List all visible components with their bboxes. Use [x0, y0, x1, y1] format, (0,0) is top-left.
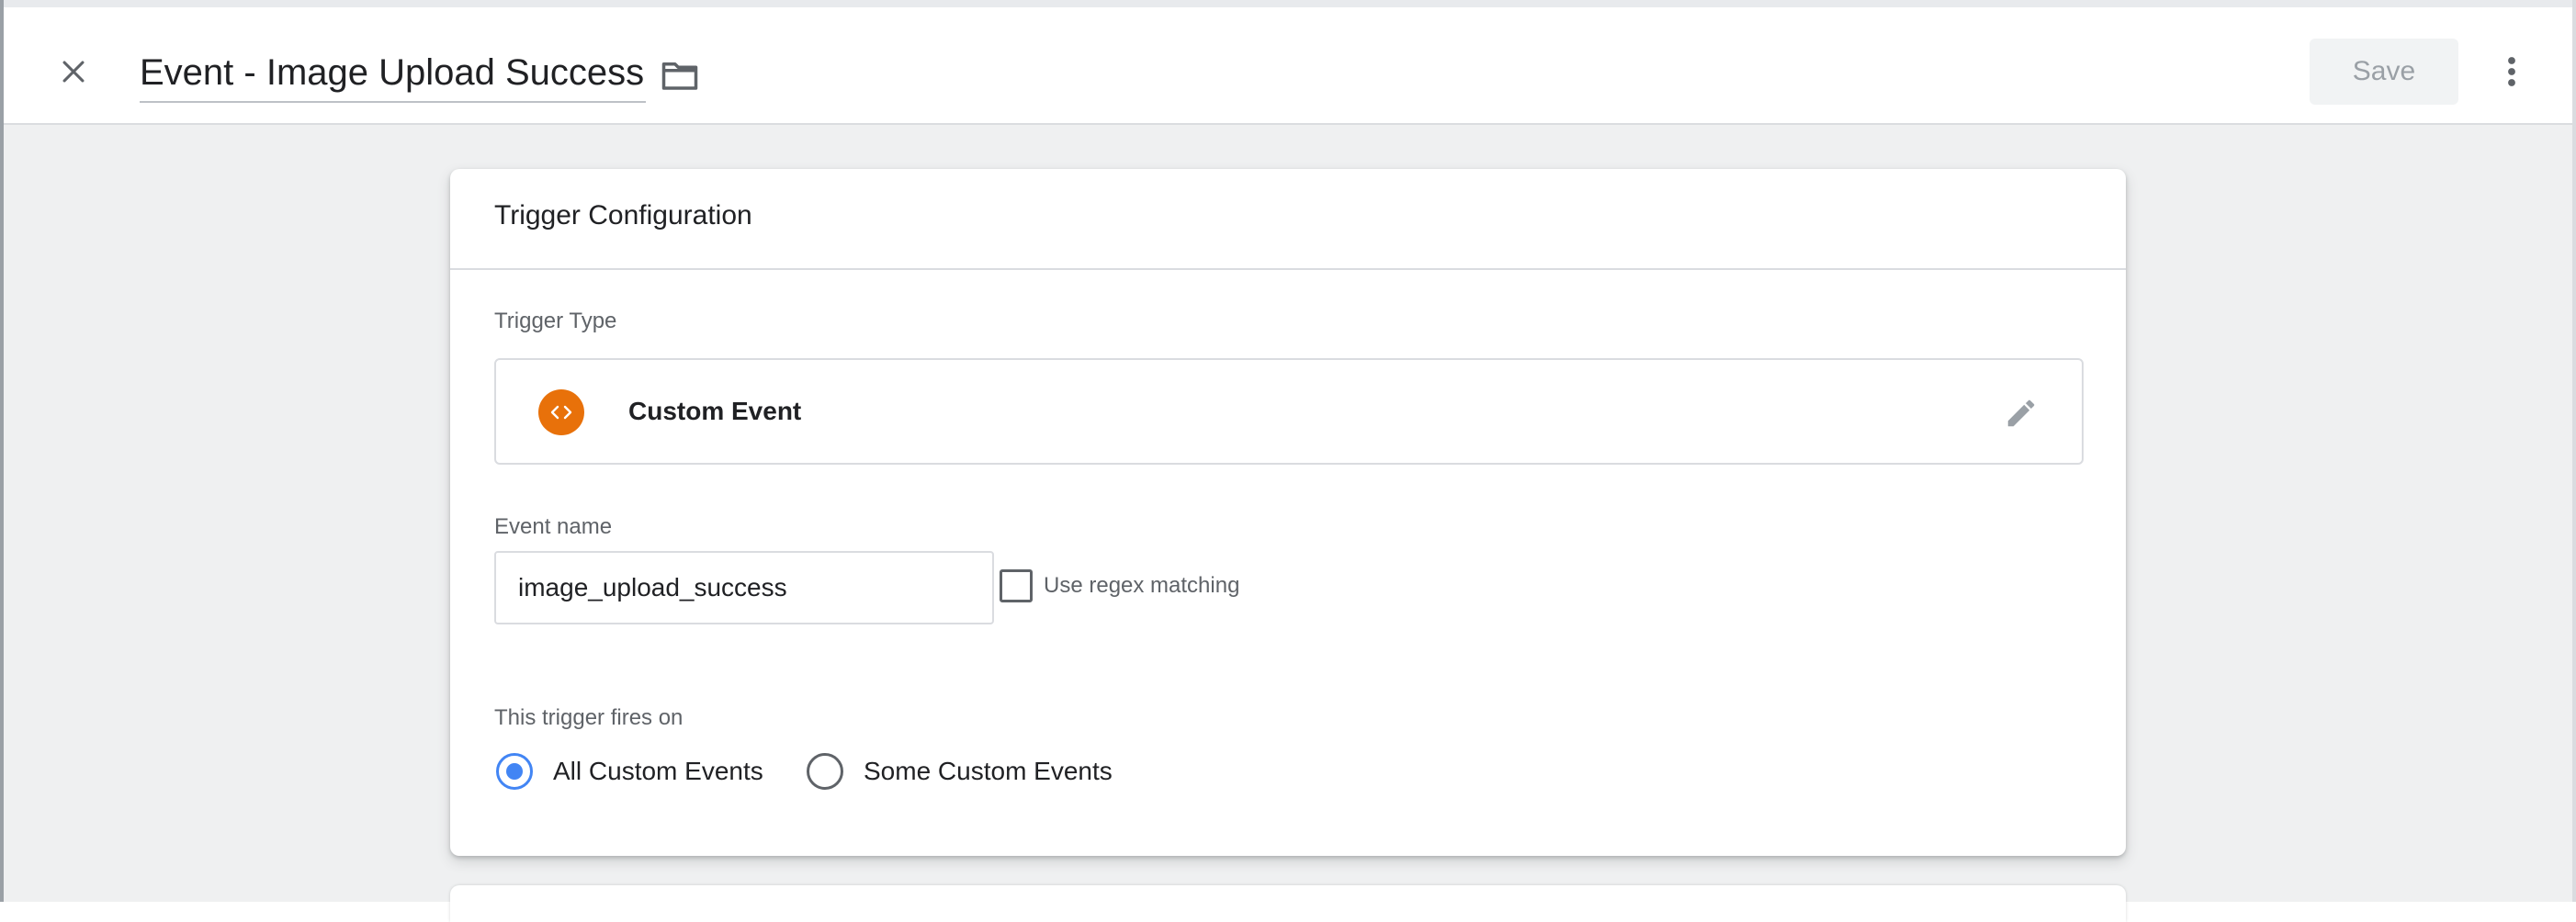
card-header: Trigger Configuration: [450, 169, 2126, 270]
trigger-type-selector[interactable]: Custom Event: [494, 358, 2084, 465]
next-card-edge: [450, 885, 2126, 922]
save-button[interactable]: Save: [2310, 39, 2458, 105]
radio-all-custom-events[interactable]: [496, 753, 533, 790]
folder-icon: [661, 62, 698, 90]
editor-header: Event - Image Upload Success Save: [4, 0, 2572, 125]
radio-some-custom-events-label[interactable]: Some Custom Events: [864, 757, 1113, 786]
more-options-button[interactable]: [2490, 48, 2534, 96]
fires-on-label: This trigger fires on: [494, 705, 684, 730]
close-button[interactable]: [50, 48, 97, 96]
folder-button[interactable]: [658, 53, 702, 97]
edit-pencil-icon[interactable]: [1999, 391, 2043, 435]
close-icon: [62, 61, 85, 83]
regex-checkbox-label: Use regex matching: [1044, 573, 1240, 598]
radio-some-custom-events[interactable]: [807, 753, 843, 790]
more-vert-icon: [2508, 57, 2515, 86]
trigger-configuration-card: Trigger Configuration Trigger Type Custo…: [450, 169, 2126, 856]
trigger-type-label: Trigger Type: [494, 309, 617, 333]
trigger-type-name: Custom Event: [628, 397, 802, 425]
event-name-input[interactable]: [494, 551, 994, 624]
regex-checkbox[interactable]: [1000, 569, 1033, 602]
event-name-label: Event name: [494, 514, 613, 539]
radio-all-custom-events-label[interactable]: All Custom Events: [553, 757, 763, 786]
trigger-name-field[interactable]: Event - Image Upload Success: [140, 44, 647, 103]
card-title: Trigger Configuration: [494, 200, 752, 230]
code-brackets-icon: [538, 389, 584, 435]
window-right-edge: [2572, 0, 2576, 902]
